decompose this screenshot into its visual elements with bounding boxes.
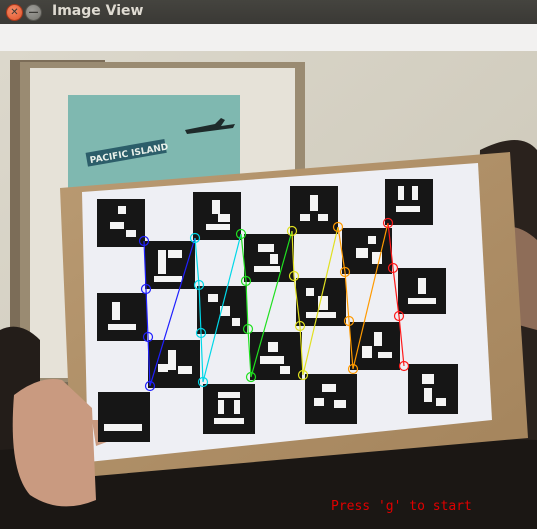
window-title: Image View [52, 3, 144, 19]
checker-square [385, 179, 433, 225]
image-view: PACIFIC ISLAND Press 'g' to start [0, 51, 537, 529]
status-overlay-text: Press 'g' to start [331, 499, 472, 514]
checker-square [97, 293, 147, 341]
checker-square [244, 234, 294, 282]
checker-square [98, 392, 150, 442]
camera-image: PACIFIC ISLAND Press 'g' to start [0, 51, 537, 529]
close-button[interactable]: ✕ [6, 4, 23, 21]
title-bar: ✕ — Image View [0, 0, 537, 24]
minimize-button[interactable]: — [25, 4, 42, 21]
toolbar [0, 24, 537, 51]
checker-square [408, 364, 458, 414]
checker-square [203, 384, 255, 434]
checker-square [305, 374, 357, 424]
checker-square [193, 192, 241, 240]
